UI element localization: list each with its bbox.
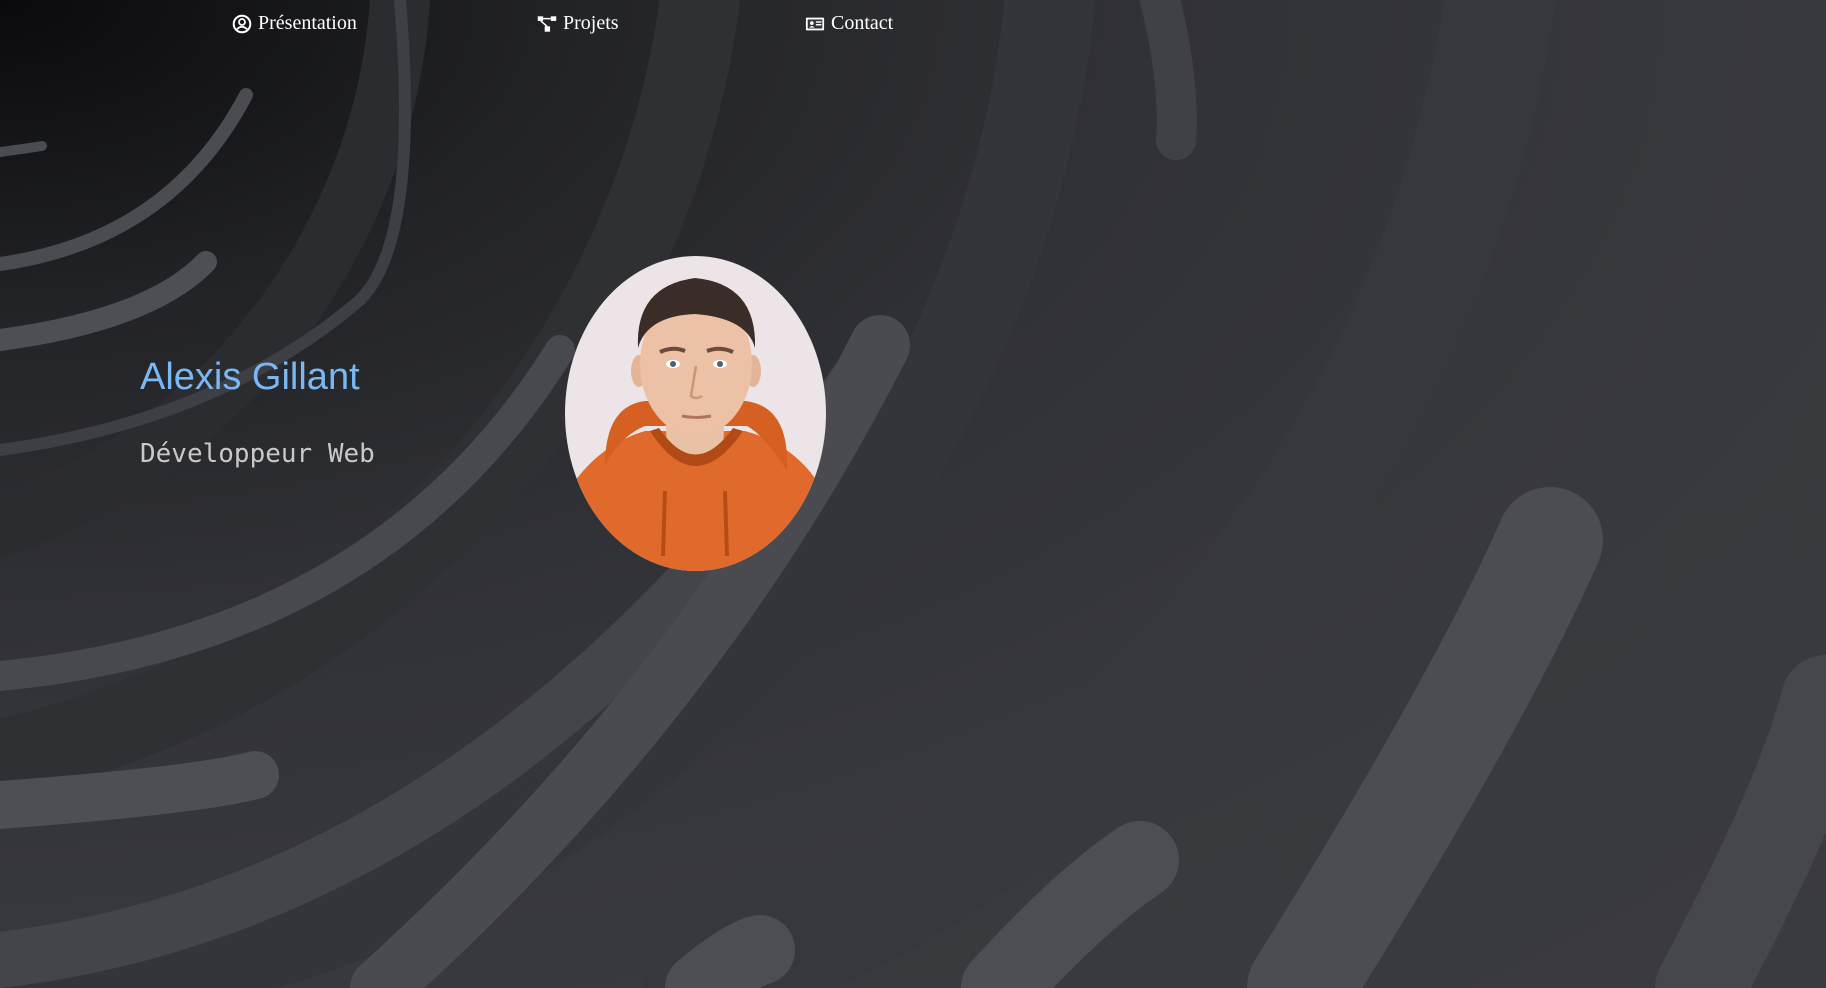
id-card-icon (805, 14, 825, 34)
sitemap-icon (537, 14, 557, 34)
nav-projets[interactable]: Projets (537, 12, 619, 35)
page: Présentation Projets Contact Alexis Gill… (0, 0, 1826, 988)
nav-presentation-label: Présentation (258, 12, 357, 34)
hero-role: Développeur Web (140, 439, 375, 469)
nav-projets-label: Projets (563, 12, 619, 34)
avatar (565, 256, 826, 571)
nav-contact[interactable]: Contact (805, 12, 893, 35)
hero-name: Alexis Gillant (140, 356, 360, 398)
background-swirls (0, 0, 1826, 988)
nav-contact-label: Contact (831, 12, 894, 34)
top-nav: Présentation Projets Contact (0, 0, 1826, 52)
user-circle-icon (232, 14, 252, 34)
nav-presentation[interactable]: Présentation (232, 12, 357, 35)
